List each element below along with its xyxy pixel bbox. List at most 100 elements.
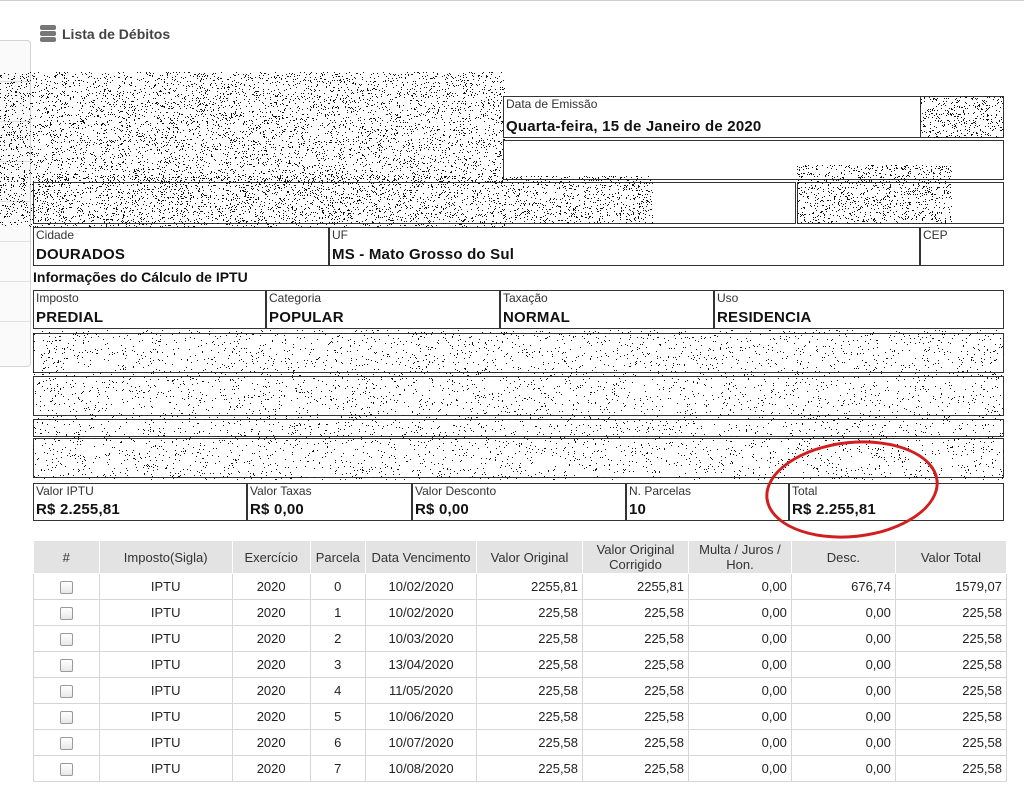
redacted-area-code <box>920 96 1004 138</box>
redacted-area-address <box>33 176 653 224</box>
valor-total-cell: 225,58 <box>894 625 1008 652</box>
parcela-cell: 0 <box>309 573 367 600</box>
select-cell[interactable] <box>33 599 100 626</box>
city-field: Cidade DOURADOS <box>33 227 329 266</box>
row-checkbox[interactable] <box>59 607 73 621</box>
select-cell[interactable] <box>33 677 100 704</box>
header-col-desc[interactable]: Desc. <box>790 540 896 574</box>
header-col-parcela[interactable]: Parcela <box>309 540 367 574</box>
desc-cell: 0,00 <box>790 651 896 678</box>
multa-cell: 0,00 <box>687 599 792 626</box>
taxacao-label: Taxação <box>503 291 548 305</box>
select-cell[interactable] <box>33 755 100 782</box>
table-header-row: # Imposto(Sigla) Exercício Parcela Data Venc… <box>33 540 1008 574</box>
imposto-cell: IPTU <box>98 599 233 626</box>
imposto-cell: IPTU <box>98 651 233 678</box>
emission-date-value: Quarta-feira, 15 de Janeiro de 2020 <box>506 118 762 135</box>
desc-cell: 676,74 <box>790 573 896 600</box>
header-col-valor-original[interactable]: Valor Original <box>476 540 584 574</box>
vencimento-cell: 10/03/2020 <box>365 625 478 652</box>
valor-corrigido-cell: 225,58 <box>582 703 689 730</box>
categoria-value: POPULAR <box>269 309 344 326</box>
categoria-field: Categoria POPULAR <box>266 290 500 329</box>
select-cell[interactable] <box>33 573 100 600</box>
vencimento-cell: 10/02/2020 <box>365 599 478 626</box>
imposto-label: Imposto <box>36 291 79 305</box>
valor-original-cell: 225,58 <box>476 729 584 756</box>
city-label: Cidade <box>36 228 75 242</box>
page-header: Lista de Débitos <box>40 24 170 44</box>
city-value: DOURADOS <box>36 246 126 263</box>
debts-table: # Imposto(Sigla) Exercício Parcela Data Venc… <box>33 540 1008 782</box>
desc-cell: 0,00 <box>790 703 896 730</box>
desc-cell: 0,00 <box>790 729 896 756</box>
valor-total-cell: 225,58 <box>894 599 1008 626</box>
valor-original-cell: 225,58 <box>476 755 584 782</box>
header-col-multa-juros[interactable]: Multa / Juros / Hon. <box>687 540 792 574</box>
valor-corrigido-cell: 225,58 <box>582 729 689 756</box>
valor-iptu-field: Valor IPTU R$ 2.255,81 <box>33 483 247 521</box>
table-row[interactable]: IPTU 2020 4 11/05/2020 225,58 225,58 0,00 0,00 2… <box>33 677 1008 704</box>
calc-section-title: Informações do Cálculo de IPTU <box>33 269 248 285</box>
multa-cell: 0,00 <box>687 755 792 782</box>
valor-total-cell: 225,58 <box>894 651 1008 678</box>
exercicio-cell: 2020 <box>231 625 311 652</box>
top-divider <box>0 0 1024 1</box>
row-checkbox[interactable] <box>59 581 73 595</box>
vencimento-cell: 13/04/2020 <box>365 651 478 678</box>
row-checkbox[interactable] <box>59 659 73 673</box>
header-col-imposto[interactable]: Imposto(Sigla) <box>98 540 233 574</box>
row-checkbox[interactable] <box>59 711 73 725</box>
row-checkbox[interactable] <box>59 737 73 751</box>
header-col-vencimento[interactable]: Data Vencimento <box>365 540 478 574</box>
table-row[interactable]: IPTU 2020 6 10/07/2020 225,58 225,58 0,00 0,00 2… <box>33 729 1008 756</box>
parcelas-value: 10 <box>629 501 647 518</box>
exercicio-cell: 2020 <box>231 755 311 782</box>
header-col-valor-total[interactable]: Valor Total <box>894 540 1008 574</box>
imposto-cell: IPTU <box>98 625 233 652</box>
multa-cell: 0,00 <box>687 573 792 600</box>
imposto-cell: IPTU <box>98 729 233 756</box>
multa-cell: 0,00 <box>687 729 792 756</box>
multa-cell: 0,00 <box>687 625 792 652</box>
valor-corrigido-cell: 225,58 <box>582 755 689 782</box>
desc-cell: 0,00 <box>790 755 896 782</box>
valor-iptu-label: Valor IPTU <box>36 484 94 498</box>
table-row[interactable]: IPTU 2020 1 10/02/2020 225,58 225,58 0,00 0,00 2… <box>33 599 1008 626</box>
desc-cell: 0,00 <box>790 625 896 652</box>
select-cell[interactable] <box>33 729 100 756</box>
select-cell[interactable] <box>33 651 100 678</box>
table-row[interactable]: IPTU 2020 7 10/08/2020 225,58 225,58 0,00 0,00 2… <box>33 755 1008 782</box>
taxacao-field: Taxação NORMAL <box>500 290 714 329</box>
valor-desconto-field: Valor Desconto R$ 0,00 <box>412 483 626 521</box>
select-cell[interactable] <box>33 703 100 730</box>
header-col-select[interactable]: # <box>33 540 100 574</box>
table-row[interactable]: IPTU 2020 5 10/06/2020 225,58 225,58 0,00 0,00 2… <box>33 703 1008 730</box>
redaction-noise <box>920 96 1004 138</box>
imposto-cell: IPTU <box>98 677 233 704</box>
valor-original-cell: 225,58 <box>476 703 584 730</box>
valor-taxas-value: R$ 0,00 <box>250 501 304 518</box>
table-row[interactable]: IPTU 2020 0 10/02/2020 2255,81 2255,81 0,00 676… <box>33 573 1008 600</box>
select-cell[interactable] <box>33 625 100 652</box>
row-checkbox[interactable] <box>59 685 73 699</box>
valor-corrigido-cell: 225,58 <box>582 651 689 678</box>
valor-taxas-field: Valor Taxas R$ 0,00 <box>247 483 412 521</box>
multa-cell: 0,00 <box>687 651 792 678</box>
vencimento-cell: 11/05/2020 <box>365 677 478 704</box>
cep-field: CEP <box>920 227 1004 266</box>
valor-total-cell: 225,58 <box>894 755 1008 782</box>
header-col-valor-corrigido[interactable]: Valor Original Corrigido <box>582 540 689 574</box>
parcelas-label: N. Parcelas <box>629 484 692 498</box>
vencimento-cell: 10/06/2020 <box>365 703 478 730</box>
table-row[interactable]: IPTU 2020 2 10/03/2020 225,58 225,58 0,00 0,00 2… <box>33 625 1008 652</box>
header-col-exercicio[interactable]: Exercício <box>231 540 311 574</box>
valor-desconto-value: R$ 0,00 <box>415 501 469 518</box>
uf-label: UF <box>332 228 348 242</box>
valor-total-cell: 1579,07 <box>894 573 1008 600</box>
imposto-cell: IPTU <box>98 755 233 782</box>
uf-field: UF MS - Mato Grosso do Sul <box>329 227 920 266</box>
table-row[interactable]: IPTU 2020 3 13/04/2020 225,58 225,58 0,00 0,00 2… <box>33 651 1008 678</box>
row-checkbox[interactable] <box>59 763 73 777</box>
row-checkbox[interactable] <box>59 633 73 647</box>
